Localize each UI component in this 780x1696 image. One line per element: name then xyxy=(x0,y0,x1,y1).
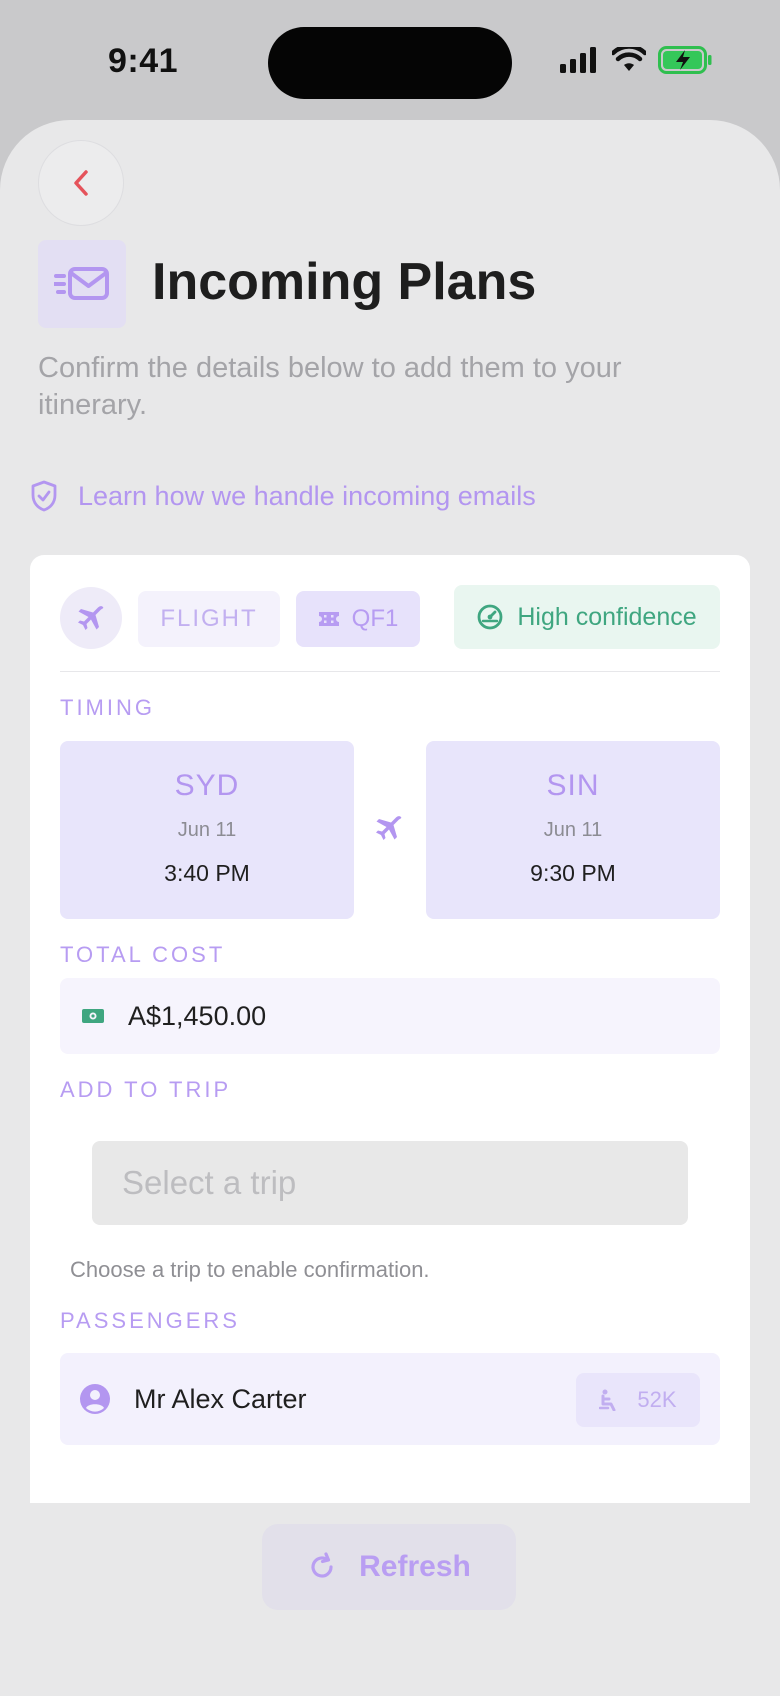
signal-icon xyxy=(560,47,596,73)
dynamic-island xyxy=(268,27,512,99)
seat-label: 52K xyxy=(637,1387,677,1412)
passengers-label: PASSENGERS xyxy=(60,1308,240,1333)
arrival-code: SIN xyxy=(546,769,600,802)
plane-icon xyxy=(78,606,104,630)
departure-date: Jun 11 xyxy=(177,819,237,841)
battery-charging-icon xyxy=(658,46,712,74)
back-chevron-icon xyxy=(74,170,88,196)
trip-select[interactable]: Select a trip xyxy=(92,1141,688,1225)
refresh-label: Refresh xyxy=(359,1550,471,1583)
page-title: Incoming Plans xyxy=(152,253,537,311)
wifi-icon xyxy=(612,47,646,71)
passenger-row: Mr Alex Carter 52K xyxy=(60,1353,720,1445)
mail-icon xyxy=(54,267,109,300)
status-time: 9:41 xyxy=(108,42,179,80)
flight-number-chip: QF1 xyxy=(296,591,420,647)
departure-box: SYD Jun 11 3:40 PM xyxy=(60,741,354,919)
arrival-box: SIN Jun 11 9:30 PM xyxy=(426,741,720,919)
passenger-name: Mr Alex Carter xyxy=(134,1383,307,1414)
plane-icon xyxy=(376,816,402,840)
confidence-badge: High confidence xyxy=(454,585,720,649)
ticket-icon xyxy=(318,612,339,626)
learn-more-link[interactable]: Learn how we handle incoming emails xyxy=(30,480,536,512)
add-to-trip-label: ADD TO TRIP xyxy=(60,1077,232,1102)
departure-time: 3:40 PM xyxy=(164,860,250,886)
shield-check-icon xyxy=(31,480,57,512)
total-cost-value: A$1,450.00 xyxy=(128,1000,267,1031)
learn-more-label: Learn how we handle incoming emails xyxy=(78,480,536,511)
status-bar: 9:41 xyxy=(0,0,780,120)
gauge-icon xyxy=(477,604,503,630)
trip-hint: Choose a trip to enable confirmation. xyxy=(70,1257,430,1282)
route-plane xyxy=(374,813,404,848)
booking-type-badge xyxy=(60,587,122,649)
status-icons xyxy=(560,46,712,74)
arrival-date: Jun 11 xyxy=(543,819,603,841)
seat-chip: 52K xyxy=(576,1373,700,1427)
refresh-button[interactable]: Refresh xyxy=(262,1524,516,1610)
back-button[interactable] xyxy=(38,140,124,226)
flight-number-label: QF1 xyxy=(351,605,399,632)
cash-icon xyxy=(82,1009,104,1023)
timing-label: TIMING xyxy=(60,695,155,720)
total-cost-label: TOTAL COST xyxy=(60,942,226,967)
arrival-time: 9:30 PM xyxy=(530,860,616,886)
page-subtitle: Confirm the details below to add them to… xyxy=(38,352,622,421)
card-divider xyxy=(60,671,720,672)
departure-code: SYD xyxy=(174,769,240,802)
booking-type-chip: FLIGHT xyxy=(138,591,280,647)
refresh-icon xyxy=(311,1552,333,1578)
confidence-label: High confidence xyxy=(517,602,697,631)
seat-icon xyxy=(599,1389,616,1411)
booking-card: FLIGHT QF1 High confidence TIMING SYD Ju… xyxy=(30,555,750,1503)
total-cost-row: A$1,450.00 xyxy=(60,978,720,1054)
user-circle-icon xyxy=(80,1384,110,1414)
mail-icon-tile xyxy=(38,240,126,328)
